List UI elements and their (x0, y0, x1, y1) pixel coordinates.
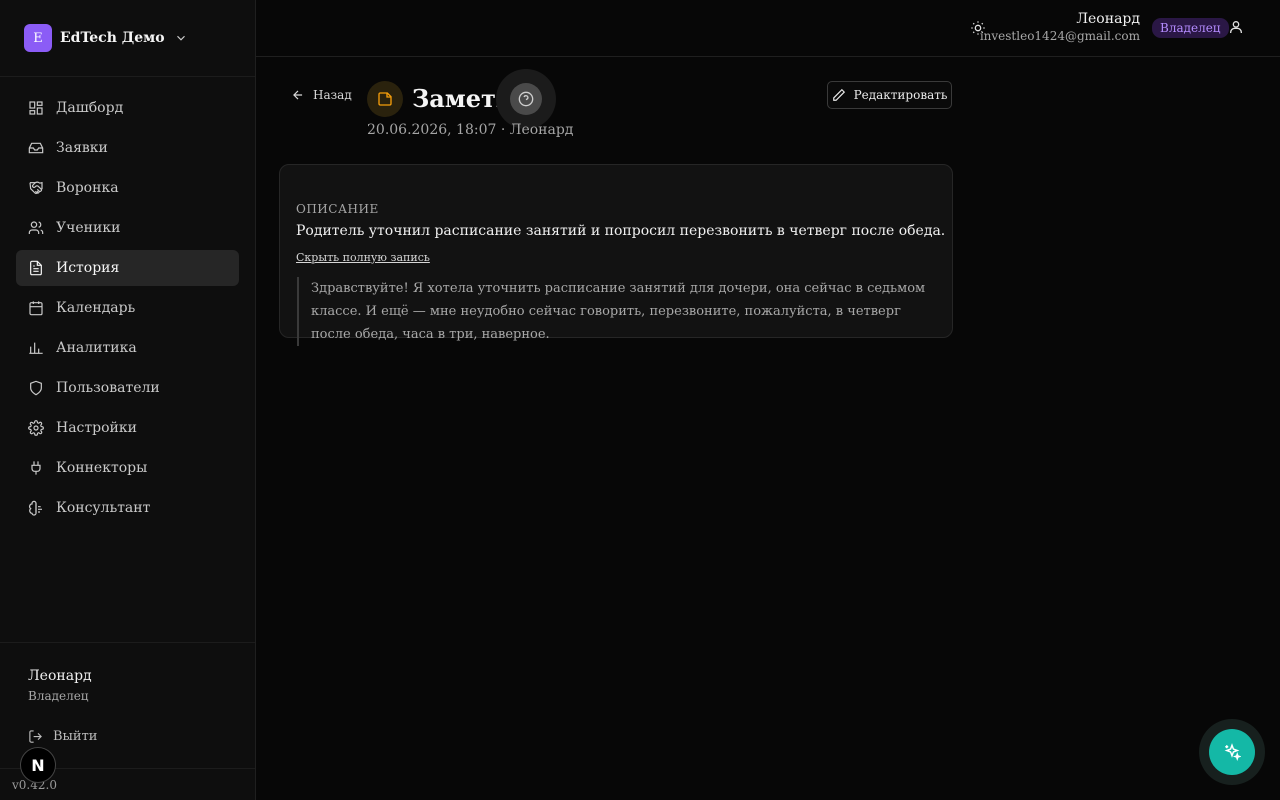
workspace-logo: E (24, 24, 52, 52)
arrow-left-icon (293, 90, 303, 100)
sidebar-user-role: Владелец (28, 689, 89, 703)
sidebar-item-users[interactable]: Пользователи (16, 370, 239, 406)
users-icon (28, 221, 44, 234)
sticky-note-icon (378, 92, 392, 106)
record-meta: 20.06.2026, 18:07 · Леонард (367, 122, 574, 138)
calendar-icon (29, 301, 43, 316)
sparkles-icon (1224, 743, 1241, 761)
edit-button[interactable]: Редактировать (827, 81, 952, 109)
sidebar-item-history[interactable]: История (16, 250, 239, 286)
sidebar-item-analytics[interactable]: Аналитика (16, 330, 239, 366)
shield-icon (30, 380, 42, 396)
workspace-name: EdTech Демо (60, 30, 165, 46)
file-text-icon (30, 260, 42, 276)
sidebar-item-label: Заявки (56, 140, 108, 156)
help-highlight (496, 69, 556, 129)
note-type-icon (367, 81, 403, 117)
logout-button[interactable]: Выйти (28, 729, 97, 744)
sidebar-item-label: История (56, 260, 120, 276)
sidebar-item-dashboard[interactable]: Дашборд (16, 90, 239, 126)
sidebar-item-label: Дашборд (56, 100, 124, 116)
pencil-icon (832, 88, 845, 101)
sidebar-item-settings[interactable]: Настройки (16, 410, 239, 446)
sidebar-item-label: Настройки (56, 420, 137, 436)
toggle-full-record-link[interactable]: Скрыть полную запись (296, 251, 430, 264)
back-button[interactable]: Назад (291, 88, 352, 102)
role-badge: Владелец (1152, 18, 1229, 38)
sidebar-item-label: Консультант (56, 500, 151, 516)
brain-icon (29, 500, 42, 516)
sidebar-item-requests[interactable]: Заявки (16, 130, 239, 166)
sidebar-item-label: Пользователи (56, 380, 160, 396)
sidebar-item-label: Календарь (56, 300, 136, 316)
dashboard-icon (29, 101, 43, 115)
full-record-text: Здравствуйте! Я хотела уточнить расписан… (297, 277, 937, 346)
current-user: Леонард investleo1424@gmail.com (980, 11, 1140, 43)
sidebar: E EdTech Демо Дашборд Заявки Воронка Уче… (0, 0, 256, 800)
note-description: Родитель уточнил расписание занятий и по… (296, 223, 946, 239)
sidebar-item-calendar[interactable]: Календарь (16, 290, 239, 326)
sidebar-item-label: Воронка (56, 180, 119, 196)
plug-icon (31, 461, 41, 475)
gear-icon (28, 420, 44, 436)
logout-label: Выйти (53, 729, 98, 744)
sidebar-item-funnel[interactable]: Воронка (16, 170, 239, 206)
section-label: ОПИСАНИЕ (296, 202, 379, 216)
back-label: Назад (313, 88, 352, 102)
sidebar-item-students[interactable]: Ученики (16, 210, 239, 246)
help-button[interactable] (510, 83, 542, 115)
sidebar-item-label: Аналитика (56, 340, 137, 356)
inbox-icon (28, 142, 44, 154)
note-card: ОПИСАНИЕ Родитель уточнил расписание зан… (279, 164, 953, 346)
handshake-icon (29, 181, 43, 194)
sidebar-user-name: Леонард (28, 668, 92, 684)
sidebar-footer: Леонард Владелец Выйти v0.42.0 N (0, 642, 255, 800)
logout-icon (29, 730, 42, 743)
bar-chart-icon (29, 342, 43, 354)
chevron-down-icon (173, 30, 189, 46)
dev-tools-badge[interactable]: N (20, 747, 56, 783)
ai-assistant-highlight (1199, 719, 1265, 785)
current-user-name: Леонард (1076, 11, 1140, 27)
sidebar-item-consultant[interactable]: Консультант (16, 490, 239, 526)
edit-label: Редактировать (853, 88, 948, 102)
workspace-switcher[interactable]: E EdTech Демо (0, 0, 255, 77)
topbar: Леонард investleo1424@gmail.com Владелец (256, 0, 1280, 57)
sidebar-item-connectors[interactable]: Коннекторы (16, 450, 239, 486)
sidebar-item-label: Ученики (56, 220, 121, 236)
user-icon (1230, 21, 1242, 33)
current-user-email: investleo1424@gmail.com (979, 29, 1140, 43)
ai-assistant-button[interactable] (1209, 729, 1255, 775)
help-circle-icon (518, 91, 534, 107)
profile-button[interactable] (1228, 19, 1246, 37)
sidebar-item-label: Коннекторы (56, 460, 148, 476)
sidebar-nav: Дашборд Заявки Воронка Ученики История К… (0, 77, 255, 543)
